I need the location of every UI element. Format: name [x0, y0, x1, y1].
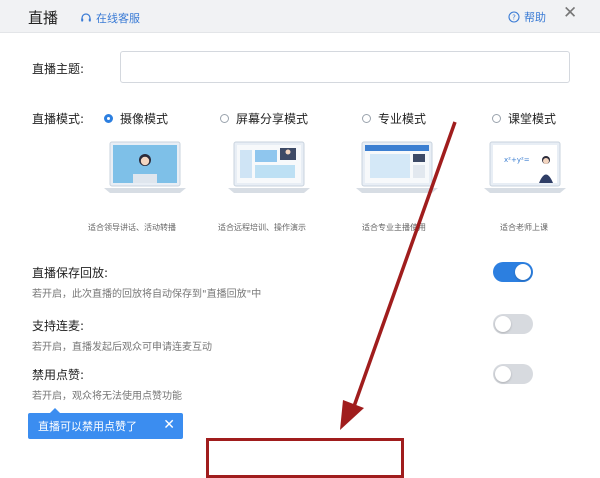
close-icon[interactable]: ✕ [563, 5, 577, 22]
mic-link-setting-desc: 若开启，直播发起后观众可申请连麦互动 [32, 342, 212, 353]
professional-mode-caption: 适合专业主播使用 [362, 223, 426, 232]
mode-option-classroom[interactable]: 课堂模式 [492, 110, 556, 127]
mode-option-camera[interactable]: 摄像模式 [104, 110, 168, 127]
radio-dot [362, 114, 371, 123]
svg-text:?: ? [512, 14, 516, 22]
toggle-knob [515, 264, 531, 280]
help-label: 帮助 [524, 11, 546, 24]
topic-input[interactable] [120, 51, 570, 83]
toggle-knob [495, 316, 511, 332]
screen-share-mode-illustration [228, 140, 310, 195]
disable-likes-toggle[interactable] [493, 364, 533, 384]
mode-option-professional[interactable]: 专业模式 [362, 110, 426, 127]
professional-mode-illustration [356, 140, 438, 195]
tooltip-text: 直播可以禁用点赞了 [38, 420, 137, 433]
radio-dot [492, 114, 501, 123]
dialog-header: 直播 在线客服 ? 帮助 ✕ [0, 0, 600, 33]
topic-label: 直播主题: [32, 62, 85, 76]
svg-text:x²+y²=: x²+y²= [504, 156, 530, 164]
toggle-knob [495, 366, 511, 382]
radio-dot [220, 114, 229, 123]
dialog-title: 直播 [28, 9, 59, 27]
help-link[interactable]: ? 帮助 [508, 9, 546, 25]
classroom-mode-caption: 适合老师上课 [500, 223, 548, 232]
tooltip-close-icon[interactable]: ✕ [163, 417, 175, 433]
camera-mode-caption: 适合领导讲话、活动转播 [88, 223, 176, 232]
feature-tooltip: 直播可以禁用点赞了 ✕ [28, 408, 183, 439]
disable-likes-setting-desc: 若开启，观众将无法使用点赞功能 [32, 391, 182, 402]
customer-service-label: 在线客服 [96, 12, 140, 25]
mode-label: 直播模式: [32, 112, 85, 126]
help-icon: ? [508, 11, 520, 23]
screen-share-mode-caption: 适合远程培训、操作演示 [218, 223, 306, 232]
live-dialog: 直播 在线客服 ? 帮助 ✕ 直播主题: 直播模式: 摄像模式 屏幕分享模式 专… [0, 0, 600, 478]
disable-likes-setting-label: 禁用点赞: [32, 368, 85, 382]
classroom-mode-illustration: x²+y²= [484, 140, 566, 195]
customer-service-link[interactable]: 在线客服 [80, 10, 140, 26]
mic-link-setting-label: 支持连麦: [32, 319, 85, 333]
replay-setting-desc: 若开启，此次直播的回放将自动保存到"直播回放"中 [32, 289, 262, 300]
replay-setting-label: 直播保存回放: [32, 266, 109, 280]
radio-dot [104, 114, 113, 123]
mic-link-toggle[interactable] [493, 314, 533, 334]
headset-icon [81, 13, 91, 22]
replay-toggle[interactable] [493, 262, 533, 282]
annotation-highlight-box [206, 438, 404, 478]
mode-option-screen-share[interactable]: 屏幕分享模式 [220, 110, 308, 127]
camera-mode-illustration [104, 140, 186, 195]
mode-option-label: 摄像模式 [120, 112, 169, 126]
mode-option-label: 屏幕分享模式 [236, 112, 309, 126]
mode-option-label: 课堂模式 [508, 112, 557, 126]
mode-option-label: 专业模式 [378, 112, 427, 126]
